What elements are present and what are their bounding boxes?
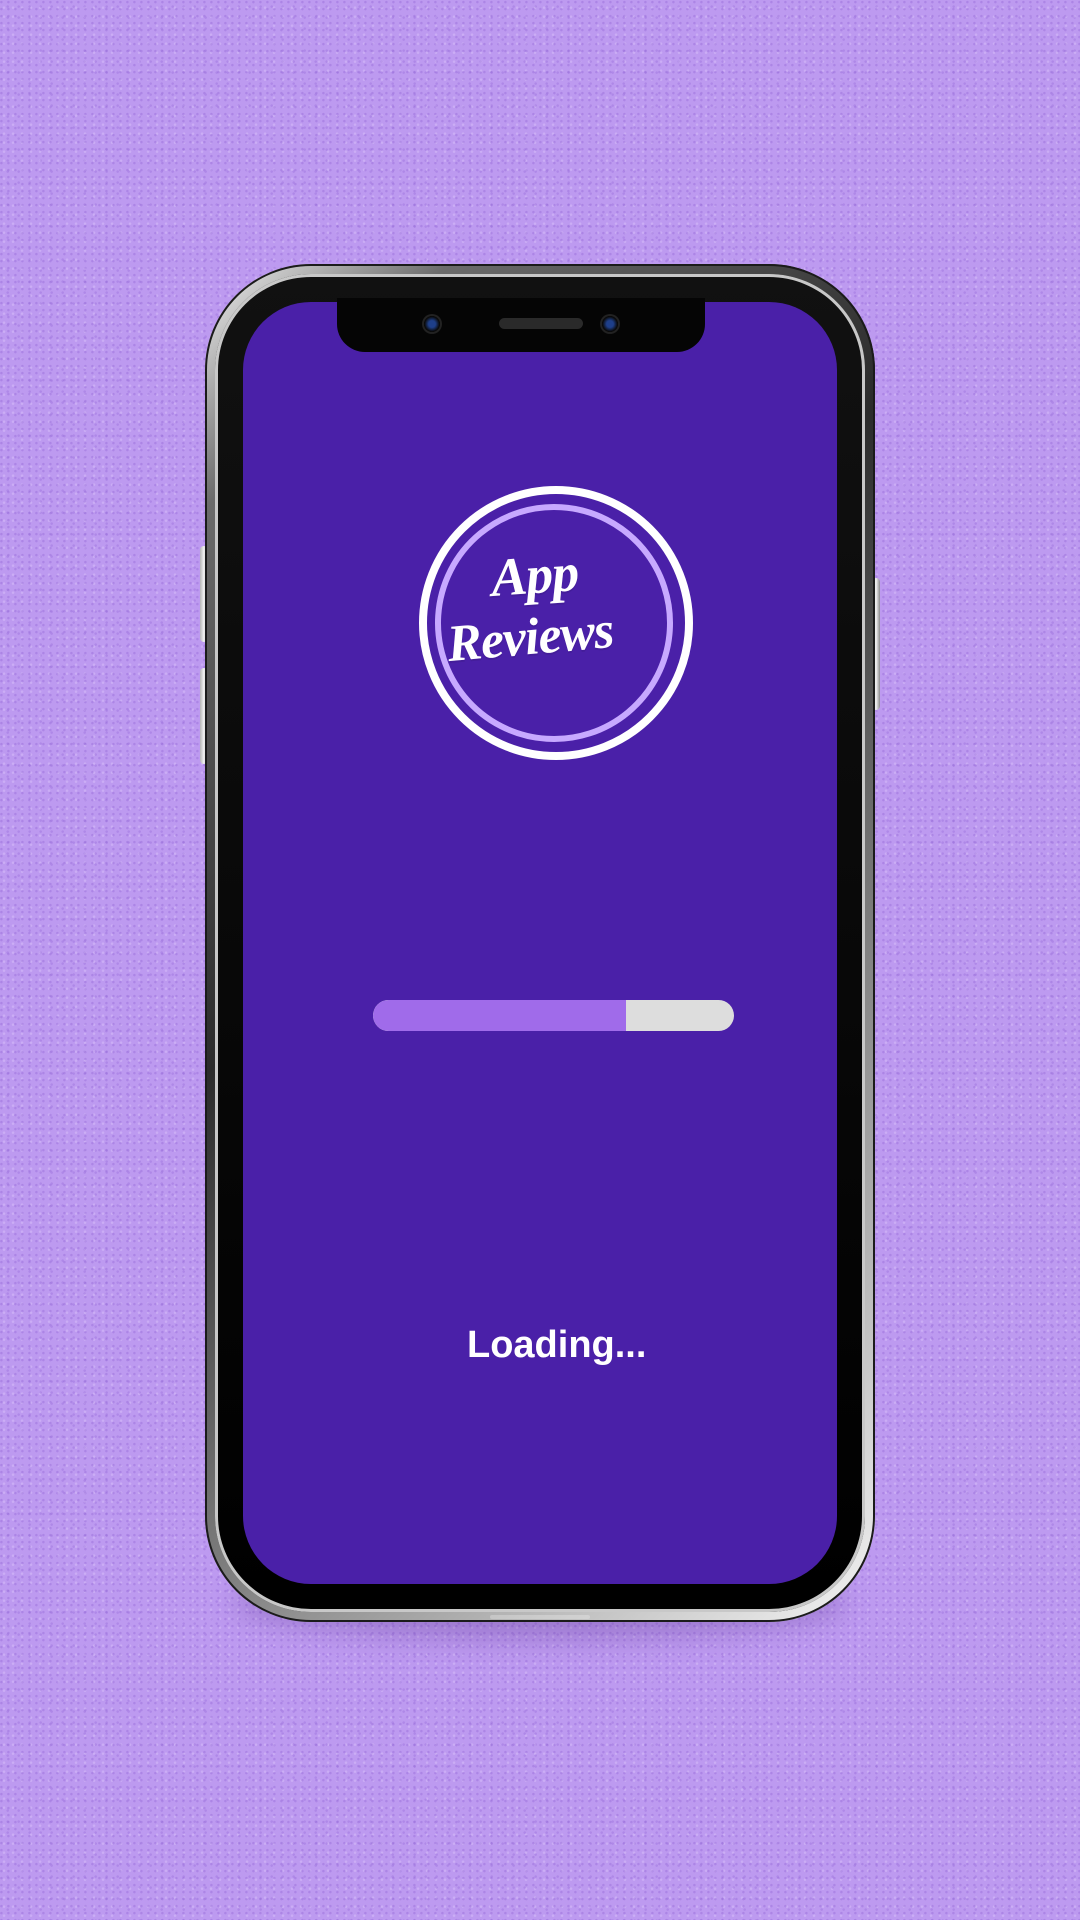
- phone-notch: [337, 298, 705, 352]
- camera-dot-icon: [424, 316, 440, 332]
- logo-text-app: App: [489, 542, 581, 608]
- progress-track: [373, 1000, 734, 1031]
- loading-text: Loading...: [467, 1324, 647, 1366]
- phone-frame: [205, 264, 875, 1622]
- progress-fill: [373, 1000, 626, 1031]
- speaker-slit-icon: [499, 318, 583, 329]
- home-indicator: [490, 1615, 590, 1619]
- app-logo: App Reviews: [404, 473, 704, 773]
- camera-dot-icon: [602, 316, 618, 332]
